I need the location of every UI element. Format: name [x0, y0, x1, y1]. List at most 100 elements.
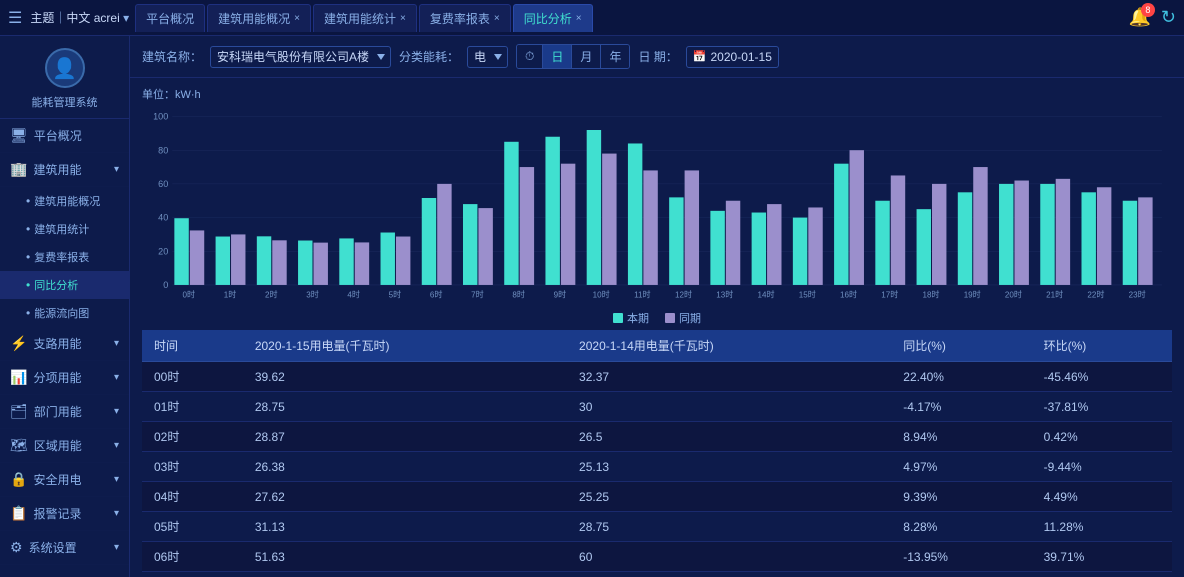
table-cell: -4.17% — [891, 392, 1031, 422]
table-cell: 30 — [567, 392, 891, 422]
top-bar-left: ☰ 主题｜中文 acrei ▾ — [8, 8, 129, 28]
svg-text:1时: 1时 — [224, 289, 237, 299]
svg-text:22时: 22时 — [1087, 289, 1104, 299]
year-btn[interactable]: 年 — [601, 45, 629, 68]
tab-复费率报表[interactable]: 复费率报表 × — [419, 4, 511, 32]
notification-bell[interactable]: 🔔 8 — [1128, 7, 1150, 28]
chart-legend: 本期 同期 — [142, 310, 1172, 326]
table-row: 01时28.7530-4.17%-37.81% — [142, 392, 1172, 422]
expand-arrow: ▾ — [114, 164, 119, 175]
table-cell: 27.62 — [243, 482, 567, 512]
top-bar: ☰ 主题｜中文 acrei ▾ 平台概况建筑用能概况 ×建筑用能统计 ×复费率报… — [0, 0, 1184, 36]
refresh-icon[interactable]: ↻ — [1161, 7, 1176, 28]
expand-arrow: ▾ — [114, 406, 119, 417]
submenu-item-复费率报表[interactable]: 复费率报表 — [0, 243, 129, 271]
svg-text:17时: 17时 — [881, 289, 898, 299]
day-btn[interactable]: 日 — [543, 45, 572, 68]
building-label: 建筑名称： — [142, 48, 202, 65]
system-name: 能耗管理系统 — [32, 94, 98, 110]
svg-text:5时: 5时 — [389, 289, 402, 299]
clock-btn[interactable]: ⏱ — [517, 45, 543, 68]
table-cell: 26.38 — [243, 452, 567, 482]
svg-text:13时: 13时 — [716, 289, 733, 299]
svg-text:8时: 8时 — [512, 289, 525, 299]
close-tab-icon[interactable]: × — [494, 13, 500, 24]
table-cell: 51.63 — [243, 542, 567, 572]
svg-text:21时: 21时 — [1046, 289, 1063, 299]
sidebar-label: 部门用能 — [34, 403, 82, 420]
svg-text:80: 80 — [158, 145, 168, 155]
submenu-item-同比分析[interactable]: 同比分析 — [0, 271, 129, 299]
sidebar-label: 支路用能 — [33, 335, 81, 352]
sidebar-item-系统设置[interactable]: ⚙ 系统设置 ▾ — [0, 531, 129, 565]
col-header: 2020-1-15用电量(千瓦时) — [243, 330, 567, 362]
sidebar-item-安全用电[interactable]: 🔒 安全用电 ▾ — [0, 463, 129, 497]
table-cell: 5.19% — [891, 572, 1031, 577]
tab-同比分析[interactable]: 同比分析 × — [513, 4, 593, 32]
svg-text:9时: 9时 — [554, 289, 567, 299]
sidebar-item-分项用能[interactable]: 📊 分项用能 ▾ — [0, 361, 129, 395]
time-period-group: ⏱ 日 月 年 — [516, 44, 630, 69]
svg-text:60: 60 — [158, 179, 168, 189]
table-cell: 11.28% — [1032, 512, 1172, 542]
submenu-item-建筑用统计[interactable]: 建筑用统计 — [0, 215, 129, 243]
svg-text:100: 100 — [153, 112, 168, 122]
sidebar-icon: 🗂 — [10, 403, 28, 420]
sidebar-item-部门用能[interactable]: 🗂 部门用能 ▾ — [0, 395, 129, 429]
tab-建筑用能概况[interactable]: 建筑用能概况 × — [207, 4, 311, 32]
sidebar-label: 分项用能 — [33, 369, 81, 386]
table-cell: 39.71% — [1032, 542, 1172, 572]
hamburger-icon[interactable]: ☰ — [8, 8, 22, 28]
sidebar-icon: 🖥 — [10, 127, 28, 144]
table-row: 03时26.3825.134.97%-9.44% — [142, 452, 1172, 482]
table-cell: 03时 — [142, 452, 243, 482]
table-cell: 4.49% — [1032, 482, 1172, 512]
expand-arrow: ▾ — [114, 474, 119, 485]
expand-arrow: ▾ — [114, 440, 119, 451]
sidebar-label: 建筑用能 — [33, 161, 81, 178]
table-row: 04时27.6225.259.39%4.49% — [142, 482, 1172, 512]
category-select[interactable]: 电 — [467, 46, 508, 68]
table-cell: 60 — [567, 542, 891, 572]
close-tab-icon[interactable]: × — [294, 13, 300, 24]
sidebar-icon: 🔒 — [10, 471, 27, 488]
table-cell: 01时 — [142, 392, 243, 422]
top-bar-right: 🔔 8 ↻ — [1128, 7, 1176, 28]
tab-平台概况[interactable]: 平台概况 — [135, 4, 205, 32]
submenu-item-能源流向图[interactable]: 能源流向图 — [0, 299, 129, 327]
sidebar-item-平台概况[interactable]: 🖥 平台概况 — [0, 119, 129, 153]
svg-text:40: 40 — [158, 213, 168, 223]
svg-text:14时: 14时 — [758, 289, 775, 299]
sidebar-item-报警记录[interactable]: 📋 报警记录 ▾ — [0, 497, 129, 531]
table-cell: -45.46% — [1032, 362, 1172, 392]
svg-text:6时: 6时 — [430, 289, 443, 299]
sidebar-label: 报警记录 — [33, 505, 81, 522]
legend-prev-label: 同期 — [679, 310, 701, 326]
table-cell: 9.39% — [891, 482, 1031, 512]
sidebar-item-支路用能[interactable]: ⚡ 支路用能 ▾ — [0, 327, 129, 361]
date-input[interactable]: 📅 2020-01-15 — [686, 46, 779, 68]
sidebar-menu: 🖥 平台概况 🏢 建筑用能 ▾建筑用能概况建筑用统计复费率报表同比分析能源流向图… — [0, 119, 129, 577]
table-cell: 8.94% — [891, 422, 1031, 452]
submenu-item-建筑用能概况[interactable]: 建筑用能概况 — [0, 187, 129, 215]
table-cell: 04时 — [142, 482, 243, 512]
svg-text:3时: 3时 — [306, 289, 319, 299]
table-row: 00时39.6232.3722.40%-45.46% — [142, 362, 1172, 392]
svg-text:7时: 7时 — [471, 289, 484, 299]
avatar: 👤 — [45, 48, 85, 88]
table-cell: -13.95% — [891, 542, 1031, 572]
close-tab-icon[interactable]: × — [400, 13, 406, 24]
sidebar-item-建筑用能[interactable]: 🏢 建筑用能 ▾ — [0, 153, 129, 187]
svg-text:18时: 18时 — [922, 289, 939, 299]
sidebar-label: 区域用能 — [34, 437, 82, 454]
table-body: 00时39.6232.3722.40%-45.46%01时28.7530-4.1… — [142, 362, 1172, 577]
table-cell: 07时 — [142, 572, 243, 577]
tab-建筑用能统计[interactable]: 建筑用能统计 × — [313, 4, 417, 32]
month-btn[interactable]: 月 — [572, 45, 601, 68]
sidebar-item-区域用能[interactable]: 🗺 区域用能 ▾ — [0, 429, 129, 463]
close-tab-icon[interactable]: × — [576, 13, 582, 24]
building-select[interactable]: 安科瑞电气股份有限公司A楼 — [210, 46, 391, 68]
date-value: 2020-01-15 — [711, 50, 772, 64]
svg-text:20时: 20时 — [1005, 289, 1022, 299]
expand-arrow: ▾ — [114, 338, 119, 349]
